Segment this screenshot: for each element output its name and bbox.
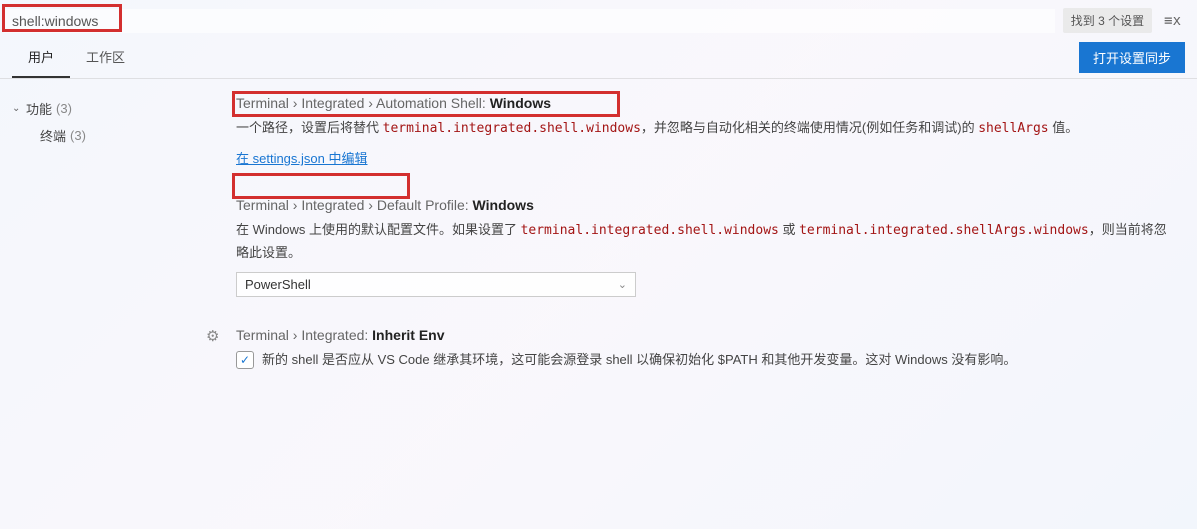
chevron-down-icon: ⌄ bbox=[12, 103, 26, 114]
toc-group-count: (3) bbox=[56, 101, 72, 116]
toc-item-terminal[interactable]: 终端 (3) bbox=[12, 122, 188, 149]
select-value: PowerShell bbox=[245, 277, 311, 292]
results-count-badge: 找到 3 个设置 bbox=[1063, 8, 1152, 33]
code-literal: shellArgs bbox=[978, 121, 1048, 136]
filter-icon[interactable]: ≡x bbox=[1160, 9, 1185, 33]
setting-description: 在 Windows 上使用的默认配置文件。如果设置了 terminal.inte… bbox=[236, 219, 1173, 264]
settings-search-input[interactable] bbox=[4, 9, 1055, 33]
code-literal: terminal.integrated.shell.windows bbox=[521, 223, 779, 238]
highlight-edit-link bbox=[232, 173, 410, 199]
default-profile-select[interactable]: PowerShell ⌄ bbox=[236, 272, 636, 297]
toc-group-features[interactable]: ⌄ 功能 (3) bbox=[12, 95, 188, 122]
setting-default-profile-windows: Terminal › Integrated › Default Profile:… bbox=[200, 197, 1173, 297]
setting-title: Terminal › Integrated › Automation Shell… bbox=[236, 95, 1173, 111]
toc-group-label: 功能 bbox=[26, 99, 52, 118]
toc-item-label: 终端 bbox=[40, 126, 66, 145]
setting-description: 新的 shell 是否应从 VS Code 继承其环境，这可能会源登录 shel… bbox=[262, 349, 1016, 371]
toc-item-count: (3) bbox=[70, 128, 86, 143]
inherit-env-checkbox[interactable]: ✓ bbox=[236, 351, 254, 369]
gear-icon[interactable]: ⚙ bbox=[206, 327, 219, 345]
setting-automation-shell-windows: Terminal › Integrated › Automation Shell… bbox=[200, 95, 1173, 167]
edit-in-settings-json-link[interactable]: 在 settings.json 中编辑 bbox=[236, 151, 368, 166]
setting-description: 一个路径，设置后将替代 terminal.integrated.shell.wi… bbox=[236, 117, 1173, 140]
chevron-down-icon: ⌄ bbox=[618, 278, 627, 291]
code-literal: terminal.integrated.shell.windows bbox=[383, 121, 641, 136]
setting-inherit-env: ⚙ Terminal › Integrated: Inherit Env ✓ 新… bbox=[200, 327, 1173, 371]
open-settings-sync-button[interactable]: 打开设置同步 bbox=[1079, 42, 1185, 73]
code-literal: terminal.integrated.shellArgs.windows bbox=[799, 223, 1089, 238]
tab-workspace[interactable]: 工作区 bbox=[70, 37, 141, 78]
setting-title: Terminal › Integrated › Default Profile:… bbox=[236, 197, 1173, 213]
setting-title: Terminal › Integrated: Inherit Env bbox=[236, 327, 1173, 343]
settings-toc-sidebar: ⌄ 功能 (3) 终端 (3) bbox=[0, 79, 200, 529]
settings-content: Terminal › Integrated › Automation Shell… bbox=[200, 79, 1197, 529]
tab-user[interactable]: 用户 bbox=[12, 37, 70, 78]
